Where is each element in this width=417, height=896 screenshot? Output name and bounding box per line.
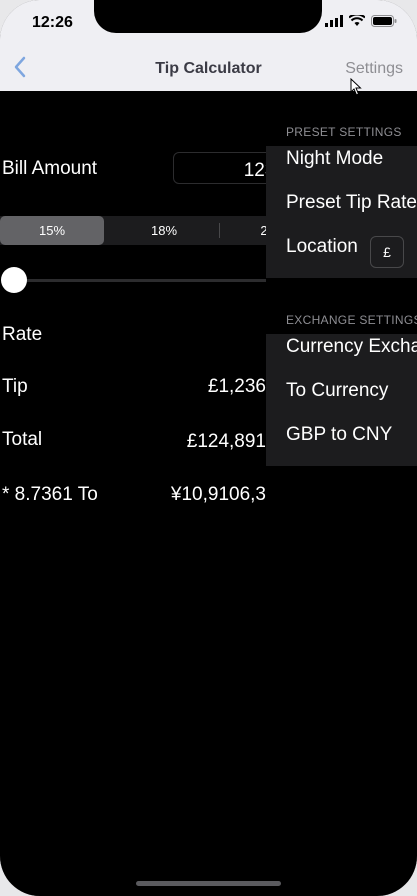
to-currency-cell[interactable]: To Currency <box>286 380 388 402</box>
device-screen: 12:26 Tip Calculator Settings Bill Amoun… <box>0 0 417 896</box>
battery-icon <box>371 15 397 27</box>
device-notch <box>94 0 322 33</box>
tip-slider-track[interactable] <box>12 279 290 282</box>
segment-divider <box>219 223 220 238</box>
status-time: 12:26 <box>32 14 73 31</box>
tip-value: £1,236 <box>207 376 266 397</box>
status-icons <box>325 15 397 27</box>
settings-button[interactable]: Settings <box>345 60 403 78</box>
location-cell[interactable]: Location <box>286 236 358 258</box>
tip-label: Tip <box>2 376 28 397</box>
home-indicator[interactable] <box>136 881 281 886</box>
settings-panel: PRESET SETTINGS Night Mode Preset Tip Ra… <box>266 91 417 466</box>
conversion-value: ¥10,9106,3 <box>170 484 266 505</box>
exchange-settings-header: EXCHANGE SETTINGS <box>286 313 417 327</box>
wifi-icon <box>349 15 365 26</box>
preset-settings-group: Night Mode Preset Tip Rate Location £ <box>266 146 417 278</box>
tip-percentage-control[interactable]: 15% 18% 2 <box>0 216 290 245</box>
total-value: £124,891 <box>186 431 266 452</box>
signal-icon <box>325 15 343 27</box>
total-label: Total <box>2 429 43 450</box>
preset-tip-rate-cell[interactable]: Preset Tip Rate <box>286 192 417 214</box>
currency-exchange-cell[interactable]: Currency Exchange <box>286 336 417 358</box>
tip-slider-thumb[interactable] <box>1 267 27 293</box>
gbp-to-cny-cell[interactable]: GBP to CNY <box>286 424 392 446</box>
rate-label: Rate <box>2 324 43 345</box>
mouse-cursor-icon <box>350 78 362 96</box>
exchange-settings-group: Currency Exchange To Currency GBP to CNY <box>266 334 417 466</box>
night-mode-cell[interactable]: Night Mode <box>286 148 383 170</box>
location-field[interactable]: £ <box>370 236 404 268</box>
tip-option-15[interactable]: 15% <box>0 216 104 245</box>
bill-amount-label: Bill Amount <box>2 158 98 179</box>
tip-option-18[interactable]: 18% <box>112 216 216 245</box>
conversion-label: * 8.7361 To <box>2 484 98 505</box>
preset-settings-header: PRESET SETTINGS <box>286 125 402 139</box>
